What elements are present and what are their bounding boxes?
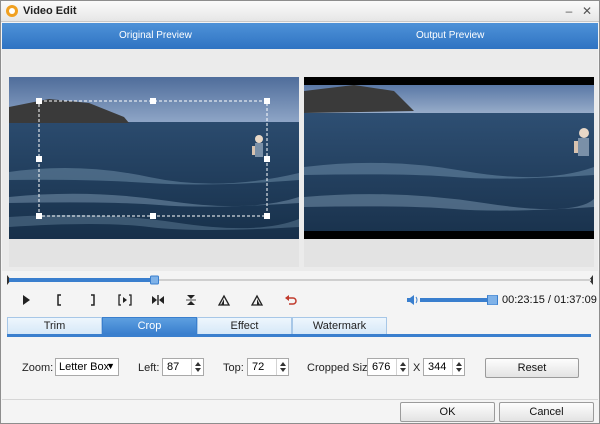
crop-height-stepper[interactable]: 344 xyxy=(423,358,465,376)
zoom-label: Zoom: xyxy=(22,362,54,374)
tab-effect[interactable]: Effect xyxy=(197,317,292,334)
crop-settings-panel: Zoom: Letter Box ▼ Left: 87 Top: 72 Crop… xyxy=(7,340,591,398)
seek-thumb[interactable] xyxy=(150,275,159,285)
crop-width-stepper[interactable]: 676 xyxy=(367,358,409,376)
total-time: 01:37:09 xyxy=(554,294,597,306)
undo-icon[interactable] xyxy=(283,292,299,308)
play-icon[interactable] xyxy=(18,292,34,308)
seek-bar[interactable] xyxy=(7,275,593,285)
top-stepper[interactable]: 72 xyxy=(247,358,289,376)
left-value: 87 xyxy=(167,361,180,373)
title-bar: Video Edit – ✕ xyxy=(1,1,599,22)
reset-button[interactable]: Reset xyxy=(485,358,579,378)
playback-controls: 00:23:15 / 01:37:09 xyxy=(2,289,598,311)
mark-out-icon[interactable] xyxy=(84,292,100,308)
app-logo-icon xyxy=(5,4,19,18)
stepper-arrows-icon[interactable] xyxy=(452,359,464,375)
crop-height-value: 344 xyxy=(428,361,447,373)
volume-icon[interactable] xyxy=(405,292,421,308)
volume-slider[interactable] xyxy=(420,295,498,305)
crop-handle[interactable] xyxy=(36,98,42,104)
jump-to-marks-icon[interactable] xyxy=(150,292,166,308)
time-separator: / xyxy=(544,294,554,306)
minimize-icon[interactable]: – xyxy=(561,3,577,19)
window-title: Video Edit xyxy=(23,5,77,17)
cancel-button[interactable]: Cancel xyxy=(499,402,594,422)
crop-width-value: 676 xyxy=(372,361,391,373)
preview-header: Original Preview Output Preview xyxy=(2,23,598,49)
tab-watermark[interactable]: Watermark xyxy=(292,317,387,334)
crop-handle[interactable] xyxy=(36,156,42,162)
zoom-value: Letter Box xyxy=(59,361,110,373)
left-stepper[interactable]: 87 xyxy=(162,358,204,376)
ok-button[interactable]: OK xyxy=(400,402,495,422)
stepper-arrows-icon[interactable] xyxy=(191,359,203,375)
rotate-right-icon[interactable] xyxy=(249,292,265,308)
output-preview-pane xyxy=(304,77,594,267)
output-preview-label: Output Preview xyxy=(416,30,485,41)
crop-handle[interactable] xyxy=(36,213,42,219)
dialog-footer: OK Cancel xyxy=(2,399,598,423)
tab-crop[interactable]: Crop xyxy=(102,317,197,334)
flip-vertical-icon[interactable] xyxy=(183,292,199,308)
video-edit-window: Video Edit – ✕ Original Preview Output P… xyxy=(0,0,600,424)
crop-handle[interactable] xyxy=(264,156,270,162)
rotate-left-icon[interactable] xyxy=(216,292,232,308)
crop-handle[interactable] xyxy=(150,98,156,104)
volume-level xyxy=(420,298,493,302)
original-video-frame xyxy=(9,77,299,239)
left-label: Left: xyxy=(138,362,160,374)
play-selection-icon[interactable] xyxy=(117,292,133,308)
crop-handle[interactable] xyxy=(264,213,270,219)
output-video-frame xyxy=(304,77,594,239)
top-label: Top: xyxy=(223,362,244,374)
crop-handle[interactable] xyxy=(150,213,156,219)
seek-progress xyxy=(9,278,155,282)
crop-handle[interactable] xyxy=(264,98,270,104)
mark-in-icon[interactable] xyxy=(52,292,68,308)
close-icon[interactable]: ✕ xyxy=(579,3,595,19)
preview-area xyxy=(2,49,598,271)
edit-tabs: Trim Crop Effect Watermark xyxy=(7,317,591,337)
stepper-arrows-icon[interactable] xyxy=(396,359,408,375)
tab-trim[interactable]: Trim xyxy=(7,317,102,334)
volume-thumb[interactable] xyxy=(487,295,498,305)
top-value: 72 xyxy=(252,361,265,373)
original-preview-pane[interactable] xyxy=(9,77,299,267)
current-time: 00:23:15 xyxy=(502,294,545,306)
stepper-arrows-icon[interactable] xyxy=(276,359,288,375)
chevron-down-icon: ▼ xyxy=(106,361,115,371)
size-separator: X xyxy=(413,362,421,374)
original-preview-label: Original Preview xyxy=(119,30,192,41)
zoom-select[interactable]: Letter Box ▼ xyxy=(55,358,119,376)
time-readout: 00:23:15 / 01:37:09 xyxy=(502,294,597,306)
